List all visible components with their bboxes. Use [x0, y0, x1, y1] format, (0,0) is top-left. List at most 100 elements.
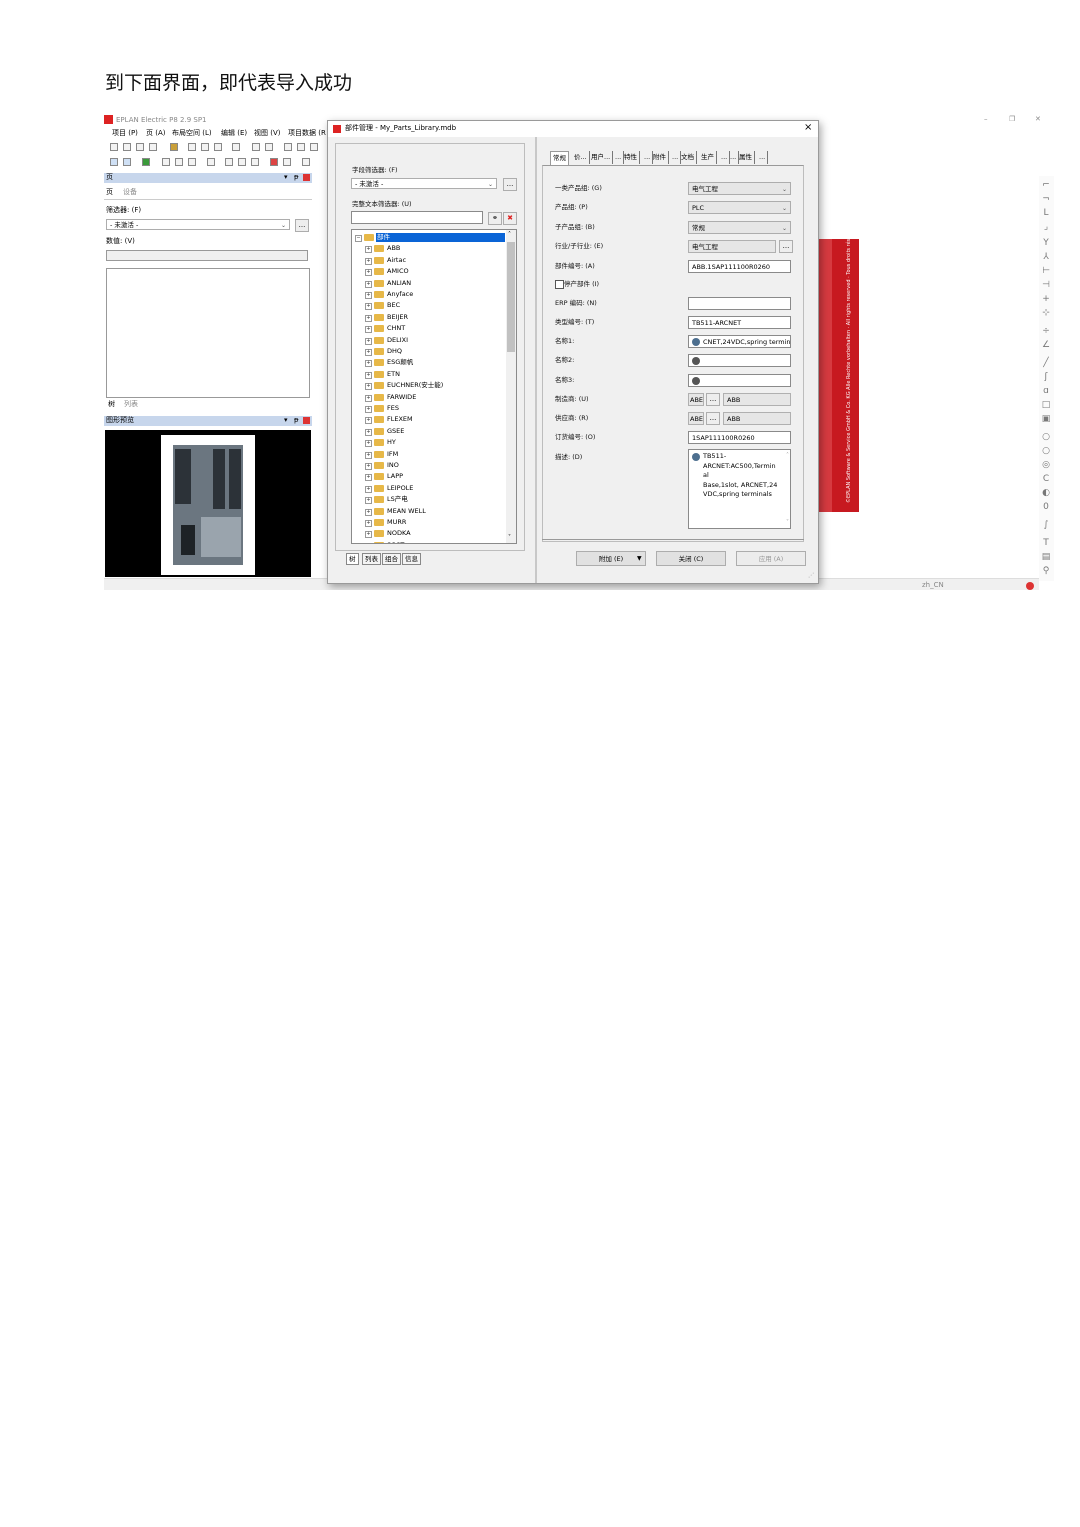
dialog-close-icon[interactable]: × — [804, 122, 812, 133]
corner-bl-icon[interactable]: L — [1041, 208, 1051, 218]
brush-icon[interactable] — [252, 143, 260, 151]
expand-icon[interactable]: + — [365, 257, 372, 265]
symbol-macro-icon[interactable] — [251, 158, 259, 166]
spline-icon[interactable]: ∫ — [1041, 520, 1051, 530]
field-combo[interactable]: 电气工程 ⌄ — [688, 182, 791, 195]
print-icon[interactable] — [149, 143, 157, 151]
menu-view[interactable]: 视图 (V) — [254, 129, 280, 138]
discontinued-checkbox[interactable] — [555, 280, 564, 289]
field-input[interactable]: 1SAP111100R0260 — [688, 431, 791, 444]
cross-dot-icon[interactable]: ⊹ — [1041, 308, 1051, 318]
t-left-icon[interactable]: ⊣ — [1041, 280, 1051, 290]
plc-icon[interactable] — [207, 158, 215, 166]
macro-icon[interactable] — [225, 158, 233, 166]
menu-page[interactable]: 页 (A) — [146, 129, 165, 138]
attach-button[interactable]: 附加 (E) — [576, 551, 646, 566]
flag-icon[interactable] — [270, 158, 278, 166]
menu-layout-space[interactable]: 布局空间 (L) — [172, 129, 212, 138]
copy-icon[interactable] — [201, 143, 209, 151]
restore-icon[interactable]: ❐ — [1009, 115, 1015, 124]
expand-icon[interactable]: + — [365, 417, 372, 425]
value-input[interactable] — [106, 250, 308, 261]
expand-icon[interactable]: + — [365, 394, 372, 402]
field-input[interactable]: TB511-ARCNET — [688, 316, 791, 329]
corner-br-icon[interactable]: ⌟ — [1041, 222, 1051, 232]
globe-icon[interactable] — [692, 338, 700, 346]
t-down-icon[interactable]: ⅄ — [1041, 252, 1051, 262]
oval-icon[interactable]: 0 — [1041, 502, 1051, 512]
filter-more-button[interactable]: ... — [295, 219, 309, 232]
expand-icon[interactable]: + — [365, 326, 372, 334]
field-short-input[interactable]: ABE — [688, 412, 704, 425]
expand-icon[interactable]: + — [365, 360, 372, 368]
parts-tree[interactable]: ˄ ˅ − 部件 + ABB + Airtac + AMICO + ANLIAN + Anyface +… — [351, 229, 517, 544]
field-input[interactable]: ABB.1SAP111100R0260 — [688, 260, 791, 273]
dialog-tab-tree[interactable]: 树 — [346, 553, 359, 565]
field-more-button[interactable]: ... — [779, 240, 793, 253]
expand-icon[interactable]: + — [365, 428, 372, 436]
dialog-tab-info[interactable]: 信息 — [402, 553, 421, 565]
field-input[interactable]: ABB — [723, 393, 791, 406]
description-memo[interactable]: TB511- ARCNET:AC500,Termin al Base,1slot… — [688, 449, 791, 529]
rect-filled-icon[interactable]: ▣ — [1041, 414, 1051, 424]
panel-close-icon[interactable] — [303, 174, 310, 181]
detail-tab[interactable]: 常规 — [550, 151, 569, 165]
text-icon[interactable]: T — [1041, 538, 1051, 548]
pane-splitter[interactable] — [535, 137, 537, 583]
panel-menu-icon[interactable]: ▾ — [284, 416, 288, 425]
globe-icon[interactable] — [692, 377, 700, 385]
detail-tab[interactable]: 用户... — [589, 151, 614, 164]
cross-icon[interactable]: + — [1041, 294, 1051, 304]
puzzle-icon[interactable] — [142, 158, 150, 166]
expand-icon[interactable]: + — [365, 463, 372, 470]
arc-2-icon[interactable]: C — [1041, 474, 1051, 484]
open-project-icon[interactable] — [123, 143, 131, 151]
expand-icon[interactable]: + — [365, 371, 372, 379]
expand-icon[interactable]: + — [365, 485, 372, 493]
window-macro-icon[interactable] — [238, 158, 246, 166]
expand-icon[interactable]: + — [365, 474, 372, 482]
tab-tree[interactable]: 树 — [108, 400, 115, 409]
expand-icon[interactable]: + — [365, 337, 372, 345]
field-input[interactable]: 电气工程 — [688, 240, 776, 253]
history-icon[interactable] — [310, 143, 318, 151]
globe-icon[interactable] — [692, 357, 700, 365]
globe-icon[interactable] — [692, 453, 700, 461]
field-short-input[interactable]: ABE — [688, 393, 704, 406]
pen-icon[interactable] — [265, 143, 273, 151]
scroll-down-icon[interactable]: ˅ — [508, 533, 511, 542]
insert-icon[interactable] — [283, 158, 291, 166]
field-input[interactable] — [688, 354, 791, 367]
scroll-up-icon[interactable]: ˄ — [508, 230, 511, 239]
collapse-icon[interactable]: − — [355, 235, 362, 242]
expand-icon[interactable]: + — [365, 269, 372, 277]
wrench-icon[interactable] — [170, 143, 178, 151]
interrupt-icon[interactable]: ÷ — [1041, 326, 1051, 336]
arc-icon[interactable]: ɑ — [1041, 386, 1051, 396]
tab-pages[interactable]: 页 — [106, 188, 113, 197]
layout-icon[interactable] — [123, 158, 131, 166]
dialog-tab-combination[interactable]: 组合 — [382, 553, 401, 565]
angle-icon[interactable]: ∠ — [1041, 340, 1051, 350]
menu-project-data[interactable]: 项目数据 (R — [288, 129, 326, 138]
expand-icon[interactable]: + — [365, 451, 372, 459]
rectangle-icon[interactable]: □ — [1041, 400, 1051, 410]
expand-icon[interactable]: + — [365, 383, 372, 391]
pin-icon[interactable]: ᵽ — [294, 173, 299, 182]
cursor-icon[interactable] — [302, 158, 310, 166]
expand-icon[interactable]: + — [365, 303, 372, 311]
window-close-icon[interactable]: ✕ — [1035, 115, 1041, 124]
field-more-button[interactable]: ... — [706, 393, 720, 406]
field-combo[interactable]: PLC ⌄ — [688, 201, 791, 214]
select-icon[interactable] — [232, 143, 240, 151]
t-junction-icon[interactable]: Y — [1041, 238, 1051, 248]
detail-tab[interactable]: 生产 — [699, 151, 717, 164]
pages-tree-area[interactable] — [106, 268, 310, 398]
cut-icon[interactable] — [188, 143, 196, 151]
connector-icon[interactable] — [175, 158, 183, 166]
tab-devices[interactable]: 设备 — [123, 188, 137, 197]
sector-icon[interactable]: ◐ — [1041, 488, 1051, 498]
image-icon[interactable]: ▤ — [1041, 552, 1051, 562]
detail-tab[interactable]: 文档 — [679, 151, 697, 164]
apply-button[interactable]: 应用 (A) — [736, 551, 806, 566]
